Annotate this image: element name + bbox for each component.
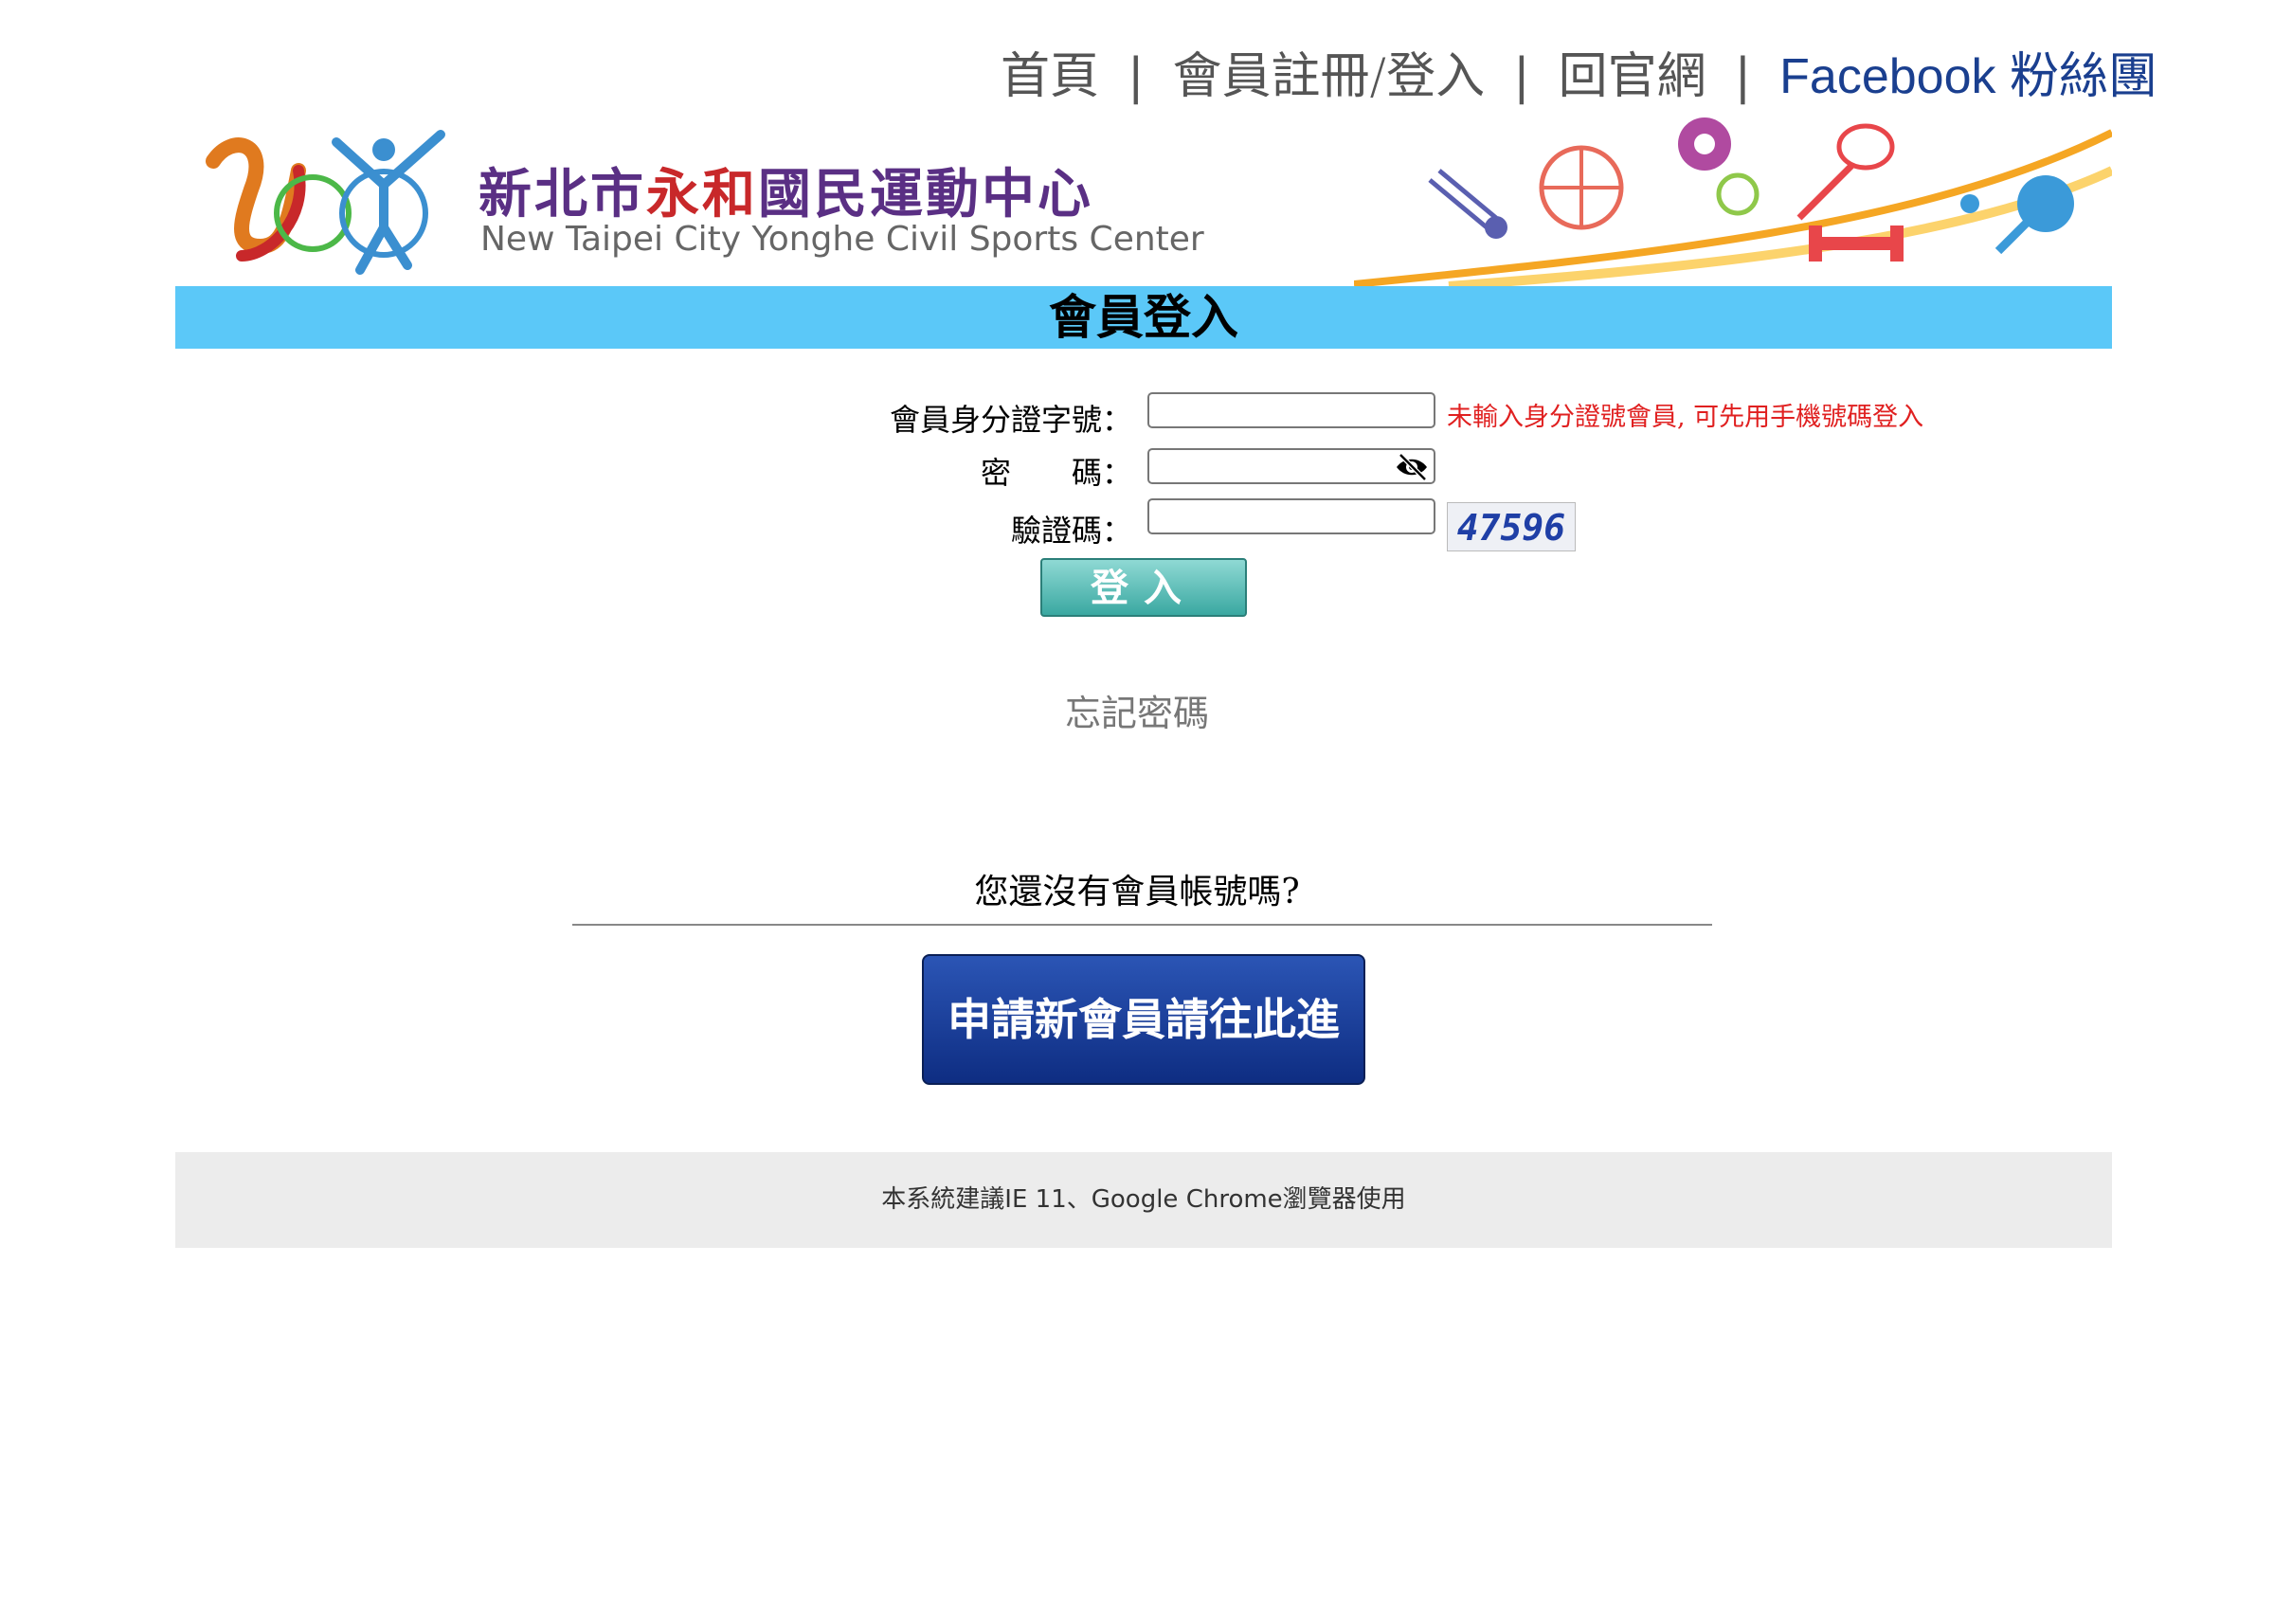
captcha-label: 驗證碼：: [1010, 513, 1132, 549]
eye-slash-icon[interactable]: [1395, 453, 1429, 481]
top-nav: 首頁 | 會員註冊/登入 | 回官網 | Facebook 粉絲團: [1001, 44, 2157, 110]
nav-home-link[interactable]: 首頁: [1001, 44, 1099, 110]
yonghe-logo-icon: [206, 130, 445, 275]
no-account-question: 您還沒有會員帳號嗎?: [974, 873, 1300, 911]
id-number-label: 會員身分證字號：: [889, 402, 1132, 438]
nav-official-site-link[interactable]: 回官網: [1559, 44, 1706, 110]
password-input[interactable]: [1147, 448, 1435, 484]
header-banner: 新北市永和國民運動中心 New Taipei City Yonghe Civil…: [175, 114, 2112, 286]
nav-separator: |: [1513, 48, 1530, 105]
banner-title-en: New Taipei City Yonghe Civil Sports Cent…: [480, 220, 1204, 259]
captcha-input[interactable]: [1147, 498, 1435, 534]
id-number-input[interactable]: [1147, 392, 1435, 428]
nav-facebook-link[interactable]: Facebook 粉絲團: [1779, 44, 2157, 110]
banner-title-zh: 新北市永和國民運動中心: [478, 164, 1093, 226]
forgot-password-link[interactable]: 忘記密碼: [0, 684, 2274, 736]
login-button[interactable]: 登入: [1040, 558, 1247, 617]
nav-separator: |: [1734, 48, 1752, 105]
nav-member-link[interactable]: 會員註冊/登入: [1173, 44, 1486, 110]
footer-note: 本系統建議IE 11、Google Chrome瀏覽器使用: [175, 1152, 2112, 1248]
nav-separator: |: [1128, 48, 1145, 105]
divider: [572, 924, 1712, 926]
password-label: 密 碼：: [980, 455, 1132, 491]
sports-decoration-icon: [1354, 117, 2112, 286]
id-hint-text: 未輸入身分證號會員, 可先用手機號碼登入: [1447, 403, 1924, 432]
page-title: 會員登入: [175, 286, 2112, 349]
register-button[interactable]: 申請新會員請往此進: [922, 954, 1365, 1085]
captcha-image: 47596: [1447, 502, 1576, 551]
